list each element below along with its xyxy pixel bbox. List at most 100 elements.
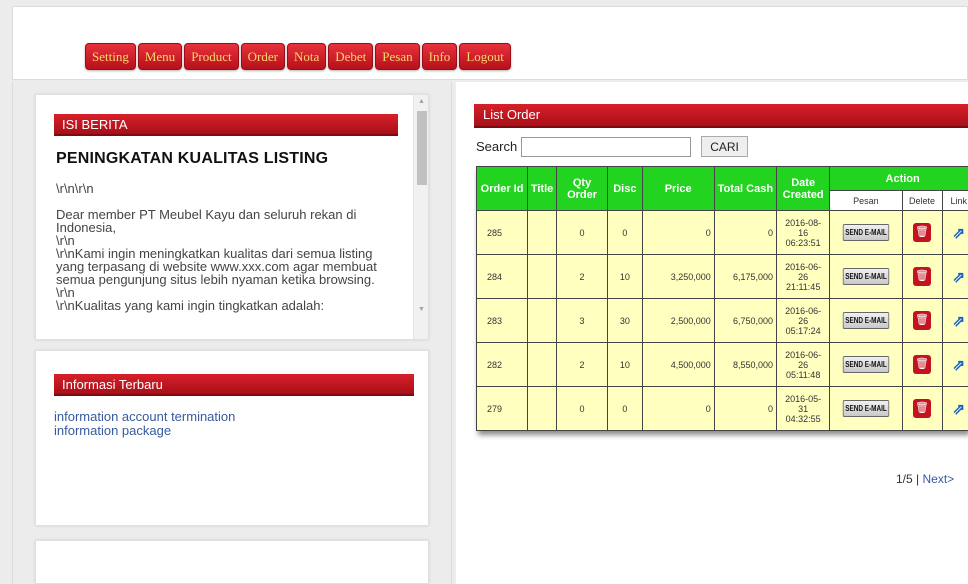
trash-icon[interactable]: 🗑 [913,311,932,330]
news-content[interactable]: ISI BERITA PENINGKATAN KUALITAS LISTING … [36,95,412,339]
cell-qty: 2 [555,342,609,387]
cell-pesan: SEND E-MAIL [829,386,903,431]
search-input[interactable] [521,136,692,157]
menu-info[interactable]: Info [421,43,458,70]
cell-order-id: 284 [475,254,529,299]
cell-delete: 🗑 [901,254,943,299]
trash-icon[interactable]: 🗑 [913,399,932,418]
date-part: 05:11:48 [785,369,821,380]
cell-title [527,386,557,431]
menu-nota[interactable]: Nota [286,43,327,70]
cell-link: ⇗ [941,386,968,431]
cell-total: 0 [713,210,777,255]
menu-pesan[interactable]: Pesan [375,43,420,70]
main-menu: Setting Menu Product Order Nota Debet Pe… [85,43,511,70]
news-scrollbar[interactable]: ▲ ▼ [413,95,428,339]
info-panel: Informasi Terbaru information account te… [35,350,429,526]
cell-disc: 0 [607,210,643,255]
cell-link: ⇗ [941,210,968,255]
trash-icon[interactable]: 🗑 [913,355,932,374]
info-link-package[interactable]: information package [54,424,414,438]
cell-disc: 10 [607,254,643,299]
cell-price: 3,250,000 [641,254,715,299]
send-email-button[interactable]: SEND E-MAIL [842,400,890,417]
cell-delete: 🗑 [901,342,943,387]
date-part: 2016-05- [785,393,822,404]
news-header: ISI BERITA [54,114,398,136]
cell-price: 4,500,000 [641,342,715,387]
cell-disc: 10 [607,342,643,387]
date-part: 16 [798,227,809,238]
date-part: 05:17:24 [785,325,821,336]
date-part: 21:11:45 [785,281,821,292]
cell-disc: 0 [607,386,643,431]
empty-panel [35,540,429,584]
menu-order[interactable]: Order [240,43,285,70]
cell-total: 6,175,000 [713,254,777,299]
cell-date: 2016-05- 31 04:32:55 [775,386,831,431]
col-disc: Disc [607,166,643,211]
pagination: 1/5 | Next> [896,472,954,486]
cell-date: 2016-06- 26 21:11:45 [775,254,831,299]
cell-disc: 30 [607,298,643,343]
col-qty: Qty Order [555,166,609,211]
trash-icon[interactable]: 🗑 [913,267,932,286]
send-email-button[interactable]: SEND E-MAIL [842,268,890,285]
info-link-termination[interactable]: information account termination [54,410,414,424]
menu-setting[interactable]: Setting [85,43,136,70]
send-email-button[interactable]: SEND E-MAIL [842,312,890,329]
scroll-down-icon[interactable]: ▼ [414,303,429,317]
cell-order-id: 282 [475,342,529,387]
news-paragraph: \r\nKualitas yang kami ingin tingkatkan … [56,298,325,313]
search-button[interactable]: CARI [701,136,748,157]
cell-date: 2016-06- 26 05:11:48 [775,342,831,387]
cell-date: 2016-06- 26 05:17:24 [775,298,831,343]
info-header: Informasi Terbaru [54,374,414,396]
cell-title [527,342,557,387]
cell-price: 0 [641,386,715,431]
date-part: 26 [798,359,809,370]
date-part: 04:32:55 [785,413,821,424]
right-column: List Order Search CARI Order Id Title Qt… [456,82,968,584]
cell-pesan: SEND E-MAIL [829,342,903,387]
next-page-link[interactable]: Next> [923,472,955,486]
send-email-button[interactable]: SEND E-MAIL [842,224,890,241]
trash-icon[interactable]: 🗑 [913,223,932,242]
cell-title [527,254,557,299]
table-row: 284 2 10 3,250,000 6,175,000 2016-06- 26 2… [475,254,968,299]
news-title: PENINGKATAN KUALITAS LISTING [56,150,329,167]
menu-menu[interactable]: Menu [137,43,183,70]
date-part: 26 [798,271,809,282]
external-link-icon[interactable]: ⇗ [952,312,965,330]
external-link-icon[interactable]: ⇗ [952,356,965,374]
date-part: 06:23:51 [785,237,821,248]
search-label: Search [476,139,518,154]
table-row: 279 0 0 0 0 2016-05- 31 04:32:55 SEND E-MA… [475,386,968,431]
cell-date: 2016-08- 16 06:23:51 [775,210,831,255]
external-link-icon[interactable]: ⇗ [952,400,965,418]
external-link-icon[interactable]: ⇗ [952,224,965,242]
cell-delete: 🗑 [901,210,943,255]
cell-order-id: 283 [475,298,529,343]
search-row: Search CARI [476,136,748,157]
menu-product[interactable]: Product [184,43,239,70]
menu-logout[interactable]: Logout [459,43,511,70]
cell-pesan: SEND E-MAIL [829,210,903,255]
menu-debet[interactable]: Debet [328,43,374,70]
cell-delete: 🗑 [901,386,943,431]
table-row: 283 3 30 2,500,000 6,750,000 2016-06- 26 0… [475,298,968,343]
external-link-icon[interactable]: ⇗ [952,268,965,286]
send-email-button[interactable]: SEND E-MAIL [842,356,890,373]
order-list-header: List Order [474,104,968,128]
news-panel: ISI BERITA PENINGKATAN KUALITAS LISTING … [35,94,429,340]
scroll-up-icon[interactable]: ▲ [414,95,429,109]
date-part: 2016-06- [785,349,822,360]
cell-total: 0 [713,386,777,431]
cell-pesan: SEND E-MAIL [829,254,903,299]
top-bar: Setting Menu Product Order Nota Debet Pe… [12,6,968,80]
col-price: Price [641,166,715,211]
cell-price: 0 [641,210,715,255]
col-delete: Delete [901,190,943,211]
scroll-thumb[interactable] [417,111,427,185]
cell-pesan: SEND E-MAIL [829,298,903,343]
